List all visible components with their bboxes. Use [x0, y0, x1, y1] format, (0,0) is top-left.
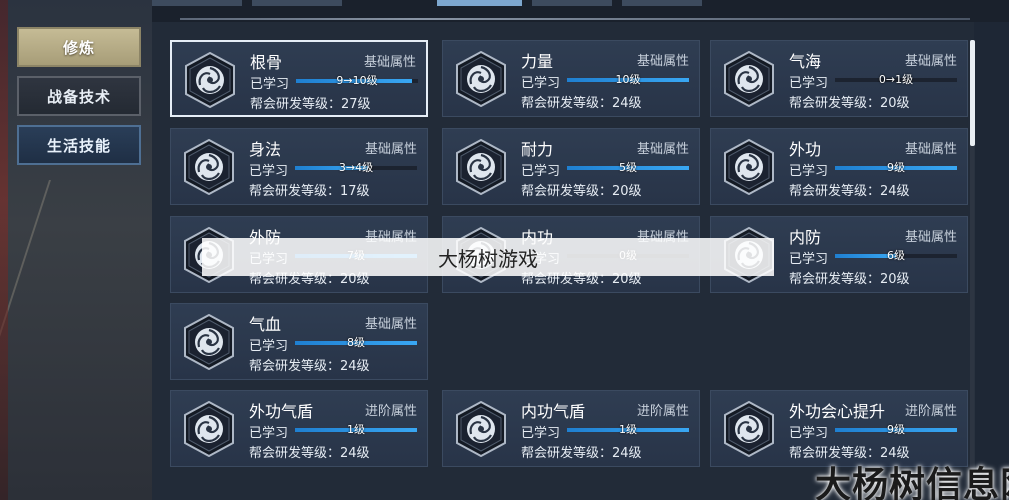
- learned-label: 已学习: [521, 426, 561, 441]
- guild-research-level: 帮会研发等级：20级: [789, 272, 910, 287]
- swirl-emblem-icon: [183, 313, 235, 371]
- attribute-type: 基础属性: [364, 317, 417, 332]
- corner-watermark: 大杨树信息网: [815, 465, 1009, 500]
- level-text: 10级: [615, 73, 641, 86]
- attribute-type: 进阶属性: [364, 404, 417, 419]
- top-tab[interactable]: [152, 0, 242, 6]
- guild-research-level: 帮会研发等级：27级: [250, 97, 371, 112]
- learned-label: 已学习: [249, 339, 289, 354]
- swirl-emblem-icon: [183, 138, 235, 196]
- level-text: 5级: [619, 161, 637, 174]
- learned-label: 已学习: [789, 76, 829, 91]
- attribute-card[interactable]: 外功气盾 进阶属性 已学习 1级 帮会研发等级：24级: [170, 390, 428, 467]
- attribute-card[interactable]: 气血 基础属性 已学习 8级 帮会研发等级：24级: [170, 303, 428, 380]
- attribute-type: 基础属性: [636, 54, 689, 69]
- attribute-name: 气海: [789, 52, 822, 71]
- attribute-card[interactable]: 力量 基础属性 已学习 10级 帮会研发等级：24级: [442, 40, 700, 117]
- scrollbar-thumb[interactable]: [970, 40, 975, 146]
- guild-research-level: 帮会研发等级：24级: [789, 184, 910, 199]
- learned-label: 已学习: [521, 164, 561, 179]
- level-text: 1级: [619, 423, 637, 436]
- watermark-band: 大杨树游戏: [202, 238, 774, 276]
- swirl-emblem-icon: [455, 400, 507, 458]
- swirl-emblem-icon: [723, 400, 775, 458]
- level-text: 6级: [887, 249, 905, 262]
- attribute-type: 基础属性: [364, 142, 417, 157]
- swirl-emblem-icon: [184, 51, 236, 109]
- learned-label: 已学习: [521, 76, 561, 91]
- swirl-emblem-icon: [455, 138, 507, 196]
- attribute-type: 基础属性: [904, 230, 957, 245]
- learned-label: 已学习: [789, 426, 829, 441]
- attribute-type: 基础属性: [904, 142, 957, 157]
- tab-cultivation[interactable]: 修炼: [17, 27, 141, 67]
- guild-research-level: 帮会研发等级：24级: [521, 96, 642, 111]
- attribute-card[interactable]: 气海 基础属性 已学习 0→1级 帮会研发等级：20级: [710, 40, 968, 117]
- attribute-name: 内功气盾: [521, 402, 586, 421]
- learned-label: 已学习: [249, 164, 289, 179]
- attribute-name: 耐力: [521, 140, 554, 159]
- level-text: 0→1级: [878, 73, 914, 86]
- guild-research-level: 帮会研发等级：20级: [789, 96, 910, 111]
- attribute-name: 身法: [249, 140, 282, 159]
- attribute-name: 外功: [789, 140, 822, 159]
- attribute-card[interactable]: 内功气盾 进阶属性 已学习 1级 帮会研发等级：24级: [442, 390, 700, 467]
- swirl-emblem-icon: [723, 138, 775, 196]
- attribute-type: 进阶属性: [636, 404, 689, 419]
- attribute-card[interactable]: 外功 基础属性 已学习 9级 帮会研发等级：24级: [710, 128, 968, 205]
- attribute-name: 力量: [521, 52, 554, 71]
- attribute-name: 外功气盾: [249, 402, 314, 421]
- guild-research-level: 帮会研发等级：24级: [521, 446, 642, 461]
- top-tab-active[interactable]: [437, 0, 522, 6]
- level-text: 9→10级: [336, 74, 378, 87]
- attribute-card[interactable]: 耐力 基础属性 已学习 5级 帮会研发等级：20级: [442, 128, 700, 205]
- left-decorative-backdrop: [0, 0, 179, 500]
- guild-research-level: 帮会研发等级：17级: [249, 184, 370, 199]
- swirl-emblem-icon: [183, 400, 235, 458]
- header-divider: [180, 18, 970, 20]
- attribute-type: 基础属性: [636, 142, 689, 157]
- swirl-emblem-icon: [723, 50, 775, 108]
- level-text: 1级: [347, 423, 365, 436]
- top-tab[interactable]: [252, 0, 342, 6]
- guild-research-level: 帮会研发等级：24级: [249, 446, 370, 461]
- top-tab[interactable]: [622, 0, 702, 6]
- attribute-type: 进阶属性: [904, 404, 957, 419]
- attribute-card[interactable]: 身法 基础属性 已学习 3→4级 帮会研发等级：17级: [170, 128, 428, 205]
- guild-research-level: 帮会研发等级：24级: [249, 359, 370, 374]
- guild-research-level: 帮会研发等级：20级: [521, 184, 642, 199]
- level-text: 3→4级: [338, 161, 374, 174]
- level-text: 9级: [887, 423, 905, 436]
- learned-label: 已学习: [789, 252, 829, 267]
- tab-life-skills[interactable]: 生活技能: [17, 125, 141, 165]
- attribute-type: 基础属性: [363, 55, 416, 70]
- attribute-name: 根骨: [250, 53, 283, 72]
- watermark-text: 大杨树游戏: [438, 246, 538, 271]
- attribute-name: 内防: [789, 228, 822, 247]
- level-text: 9级: [887, 161, 905, 174]
- attribute-name: 外功会心提升: [789, 402, 886, 421]
- learned-label: 已学习: [250, 77, 290, 92]
- attribute-card[interactable]: 根骨 基础属性 已学习 9→10级 帮会研发等级：27级: [170, 40, 428, 117]
- top-tab[interactable]: [532, 0, 612, 6]
- tab-battle-tech[interactable]: 战备技术: [17, 76, 141, 116]
- learned-label: 已学习: [789, 164, 829, 179]
- level-text: 8级: [347, 336, 365, 349]
- learned-label: 已学习: [249, 426, 289, 441]
- attribute-type: 基础属性: [904, 54, 957, 69]
- swirl-emblem-icon: [455, 50, 507, 108]
- attribute-name: 气血: [249, 315, 282, 334]
